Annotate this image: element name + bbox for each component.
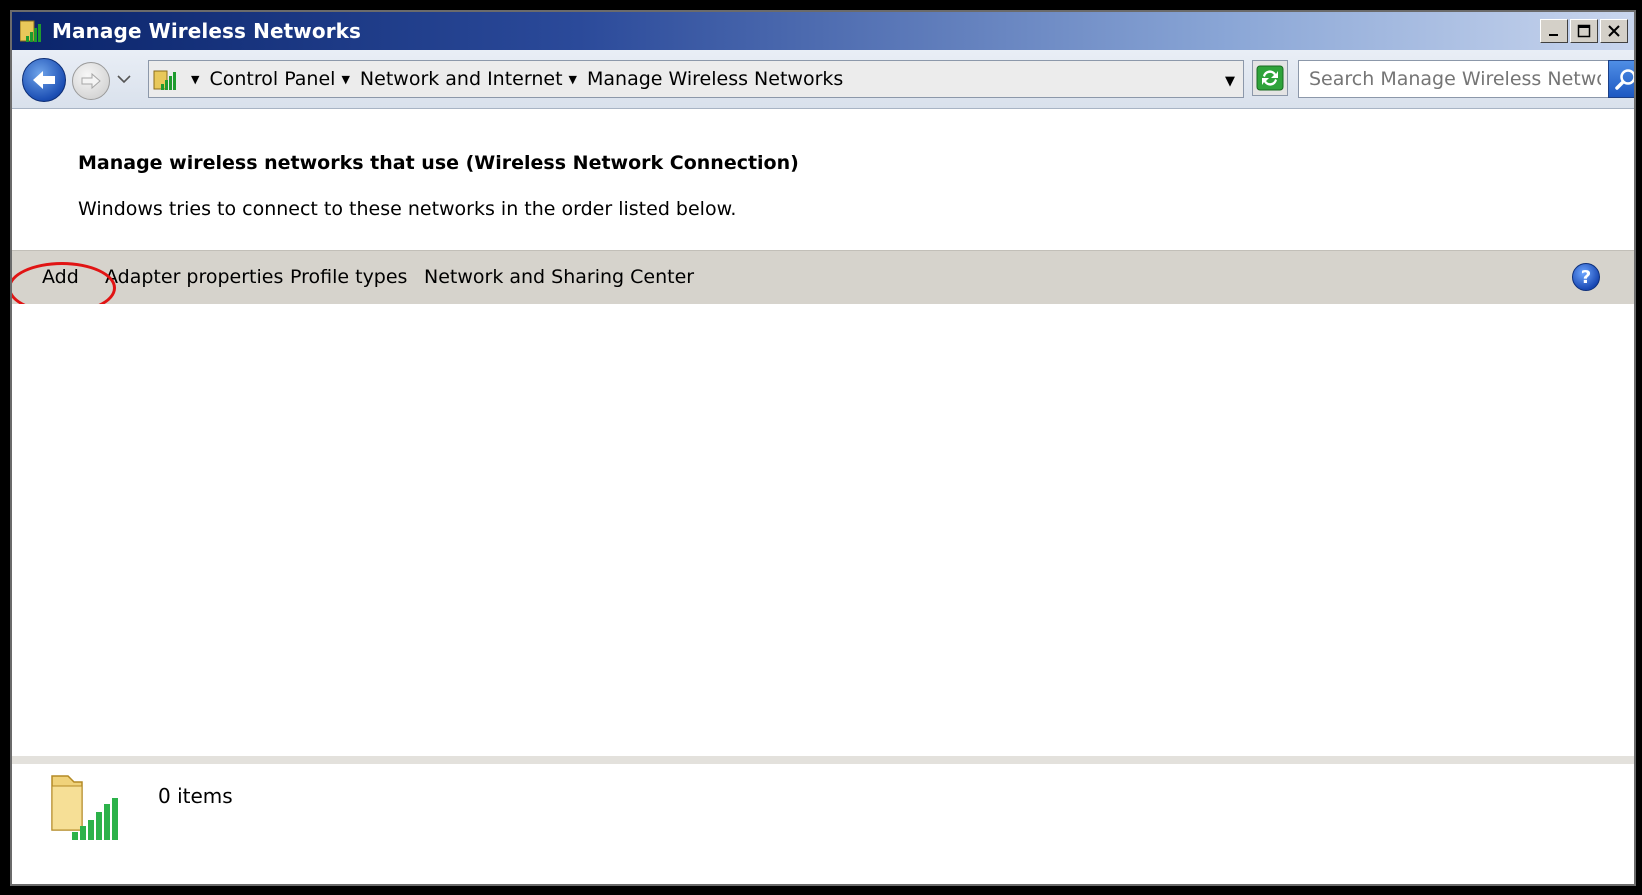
minimize-button[interactable] [1540, 19, 1568, 43]
search-button[interactable] [1608, 60, 1634, 98]
add-button[interactable]: Add [42, 266, 79, 288]
breadcrumb-manage-wireless[interactable]: Manage Wireless Networks [587, 68, 843, 90]
adapter-properties-button[interactable]: Adapter properties [105, 266, 283, 288]
wireless-signal-icon [20, 20, 41, 42]
page-heading: Manage wireless networks that use (Wirel… [78, 152, 799, 174]
wireless-folder-icon [51, 775, 118, 840]
breadcrumb-network-internet[interactable]: Network and Internet [360, 68, 563, 90]
caption-buttons [1540, 19, 1628, 43]
breadcrumb-dropdown-icon[interactable]: ▼ [569, 73, 577, 86]
forward-button[interactable] [72, 62, 110, 100]
forward-arrow-icon [81, 72, 101, 90]
refresh-button[interactable] [1252, 60, 1288, 96]
details-pane: 0 items [12, 756, 1634, 884]
network-list[interactable] [12, 304, 1634, 764]
breadcrumb: ▼ Control Panel ▼ Network and Internet ▼… [185, 68, 843, 90]
title-bar[interactable]: Manage Wireless Networks [12, 12, 1634, 50]
close-icon [1608, 25, 1620, 37]
address-history-dropdown-icon[interactable]: ▼ [1225, 74, 1235, 89]
breadcrumb-dropdown-icon[interactable]: ▼ [341, 73, 349, 86]
refresh-icon [1256, 65, 1284, 91]
items-count: 0 items [158, 784, 233, 808]
address-field[interactable]: ▼ Control Panel ▼ Network and Internet ▼… [148, 60, 1244, 98]
search-input[interactable] [1298, 60, 1612, 98]
close-button[interactable] [1600, 19, 1628, 43]
maximize-icon [1577, 24, 1591, 38]
breadcrumb-dropdown-icon[interactable]: ▼ [191, 73, 199, 86]
manage-wireless-networks-window: Manage Wireless Networks ▼ Control Panel… [10, 10, 1636, 886]
back-arrow-icon [33, 71, 55, 89]
window-title: Manage Wireless Networks [52, 19, 362, 43]
profile-types-button[interactable]: Profile types [290, 266, 407, 288]
address-toolbar: ▼ Control Panel ▼ Network and Internet ▼… [12, 50, 1634, 109]
minimize-icon [1549, 34, 1558, 36]
breadcrumb-control-panel[interactable]: Control Panel [209, 68, 335, 90]
command-bar: Add Adapter properties Profile types Net… [12, 250, 1634, 306]
recent-pages-chevron-icon[interactable] [116, 74, 132, 84]
search-icon [1615, 69, 1634, 90]
maximize-button[interactable] [1570, 19, 1598, 43]
help-icon[interactable]: ? [1572, 263, 1600, 291]
network-sharing-center-link[interactable]: Network and Sharing Center [424, 266, 694, 288]
back-button[interactable] [22, 58, 66, 102]
network-location-icon [153, 70, 176, 90]
page-description: Windows tries to connect to these networ… [78, 198, 737, 220]
